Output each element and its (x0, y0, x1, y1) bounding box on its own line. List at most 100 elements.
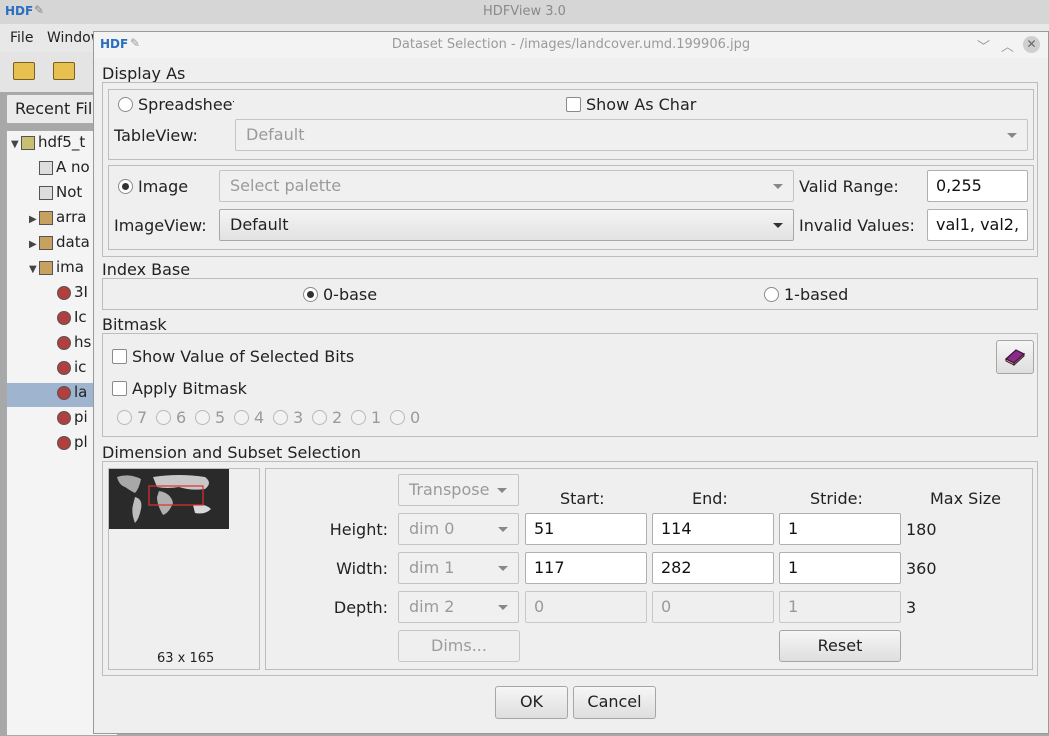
tree-item-label: Ic (74, 308, 87, 326)
bit-radio-2[interactable] (312, 410, 327, 425)
palette-value: Select palette (230, 176, 342, 195)
spreadsheet-radio[interactable] (118, 97, 133, 112)
imageview-label: ImageView: (114, 216, 207, 235)
invalid-values-input[interactable]: val1, val2, ... (927, 209, 1028, 241)
world-map-thumbnail (109, 469, 229, 529)
max-size-value: 360 (906, 559, 937, 578)
dimension-row-label: Height: (329, 520, 388, 539)
reset-button[interactable]: Reset (779, 630, 901, 662)
max-size-value: 180 (906, 520, 937, 539)
file-icon (21, 135, 35, 150)
tree-item-label: ic (74, 358, 87, 376)
one-based-radio[interactable] (764, 287, 779, 302)
chevron-down-icon (498, 566, 508, 571)
image-icon (57, 310, 71, 325)
bit-label: 1 (371, 408, 382, 427)
tree-item-label: pl (74, 433, 88, 451)
image-icon (57, 360, 71, 375)
start-value: 117 (534, 558, 565, 577)
stride-input[interactable]: 1 (779, 552, 901, 584)
tableview-label: TableView: (114, 126, 198, 145)
dimension-row-label: Width: (336, 559, 388, 578)
stride-value: 1 (788, 519, 799, 538)
end-input[interactable]: 0 (652, 591, 774, 623)
tree-item-label: arra (56, 208, 87, 226)
bit-radio-7[interactable] (117, 410, 132, 425)
menu-file[interactable]: File (10, 30, 33, 46)
main-window-title: HDFView 3.0 (483, 4, 566, 19)
dimension-select[interactable]: dim 0 (398, 513, 519, 545)
stride-input[interactable]: 1 (779, 591, 901, 623)
dimension-select[interactable]: dim 1 (398, 552, 519, 584)
tree-item-label: Not (56, 183, 83, 201)
tree-expand-icon[interactable]: ▶ (29, 214, 39, 225)
bit-label: 5 (215, 408, 226, 427)
transpose-select[interactable]: Transpose (398, 474, 519, 506)
bit-label: 7 (137, 408, 148, 427)
image-icon (57, 335, 71, 350)
palette-select[interactable]: Select palette (219, 170, 794, 202)
maximize-icon[interactable]: ︿ (1001, 36, 1014, 55)
bit-radio-5[interactable] (195, 410, 210, 425)
tree-expand-icon[interactable]: ▼ (29, 264, 39, 275)
image-radio[interactable] (118, 179, 133, 194)
start-input[interactable]: 51 (525, 513, 647, 545)
close-icon[interactable]: ✕ (1023, 36, 1040, 53)
bit-radio-1[interactable] (351, 410, 366, 425)
invalid-values-value: val1, val2, ... (936, 215, 1025, 234)
dimension-select-value: dim 2 (409, 597, 455, 616)
tree-item-label: ima (56, 258, 84, 276)
one-based-label: 1-based (784, 285, 849, 304)
folder-icon (39, 210, 53, 225)
dialog-title: Dataset Selection - /images/landcover.um… (391, 37, 751, 52)
end-input[interactable]: 114 (652, 513, 774, 545)
start-input[interactable]: 0 (525, 591, 647, 623)
end-input[interactable]: 282 (652, 552, 774, 584)
stride-value: 1 (788, 597, 799, 616)
bit-radio-3[interactable] (273, 410, 288, 425)
zero-based-label: 0-based (323, 285, 377, 304)
stride-value: 1 (788, 558, 799, 577)
chevron-down-icon (497, 488, 507, 493)
bitmask-help-button[interactable] (996, 340, 1034, 374)
bit-label: 2 (332, 408, 343, 427)
tree-item-label: data (56, 233, 90, 251)
start-input[interactable]: 117 (525, 552, 647, 584)
open-file-icon[interactable] (13, 62, 35, 80)
bit-radio-0[interactable] (390, 410, 405, 425)
invalid-values-label: Invalid Values: (799, 216, 915, 235)
bit-radio-4[interactable] (234, 410, 249, 425)
valid-range-label: Valid Range: (799, 177, 899, 196)
open-folder-icon[interactable] (53, 62, 75, 80)
folder-icon (39, 235, 53, 250)
image-preview-thumbnail[interactable] (109, 469, 229, 529)
zero-based-radio[interactable] (303, 287, 318, 302)
apply-bitmask-checkbox[interactable] (112, 381, 127, 396)
dimension-title: Dimension and Subset Selection (102, 443, 362, 462)
image-label: Image (138, 177, 189, 196)
tableview-select[interactable]: Default (235, 119, 1028, 151)
ok-button[interactable]: OK (495, 686, 568, 719)
show-as-char-checkbox[interactable] (566, 97, 581, 112)
tree-expand-icon[interactable]: ▶ (29, 239, 39, 250)
apply-bitmask-label: Apply Bitmask (132, 379, 247, 398)
show-value-bits-checkbox[interactable] (112, 349, 127, 364)
main-window-titlebar: HDF ✎ HDFView 3.0 (0, 0, 1049, 24)
stride-input[interactable]: 1 (779, 513, 901, 545)
valid-range-input[interactable]: 0,255 (927, 170, 1028, 202)
minimize-icon[interactable]: ﹀ (977, 36, 990, 55)
tableview-value: Default (246, 125, 305, 144)
imageview-select[interactable]: Default (219, 209, 794, 241)
folder-icon (39, 260, 53, 275)
bit-radio-6[interactable] (156, 410, 171, 425)
dimension-select[interactable]: dim 2 (398, 591, 519, 623)
book-icon (1004, 349, 1026, 367)
stride-header: Stride: (810, 489, 863, 508)
end-value: 282 (661, 558, 692, 577)
tree-expand-icon[interactable]: ▼ (11, 139, 21, 150)
end-value: 0 (661, 597, 672, 616)
chevron-down-icon (1007, 133, 1017, 138)
cancel-button[interactable]: Cancel (573, 686, 656, 719)
dims-button[interactable]: Dims... (398, 630, 520, 662)
attr-icon (39, 160, 53, 175)
